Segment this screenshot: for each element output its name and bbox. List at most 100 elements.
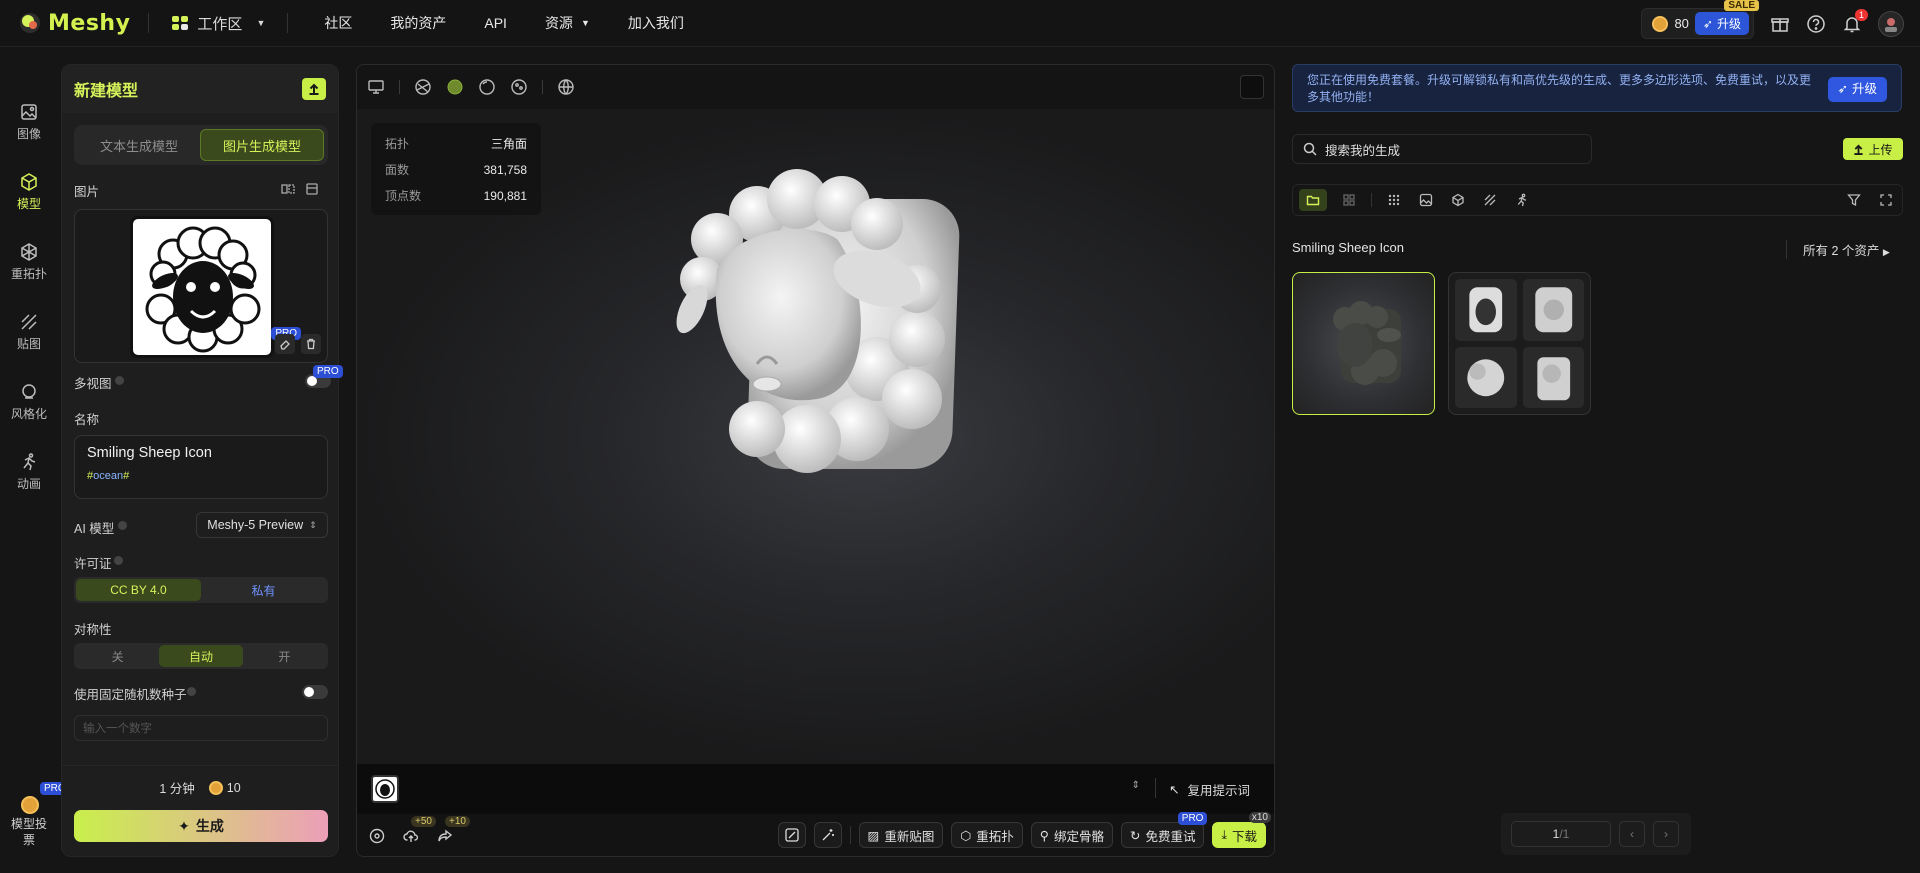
- download-button[interactable]: ⤓ 下载 x10: [1212, 812, 1271, 848]
- divider: [1155, 778, 1156, 798]
- notice-text: 您正在使用免费套餐。升级可解锁私有和高优先级的生成、更多多边形选项、免费重试，以…: [1307, 73, 1812, 104]
- gift-icon[interactable]: [1770, 14, 1790, 34]
- nav-resources-label: 资源: [544, 15, 573, 31]
- stat-value: 三角面: [490, 137, 527, 151]
- license-cc-by[interactable]: CC BY 4.0: [76, 579, 201, 601]
- upload-button[interactable]: [302, 78, 326, 100]
- monitor-icon[interactable]: [367, 78, 385, 96]
- filter-folder[interactable]: [1299, 189, 1327, 211]
- rail-item-model-vote[interactable]: PRO 模型投票: [0, 782, 70, 848]
- rail-label: 模型: [16, 197, 41, 211]
- name-field[interactable]: Smiling Sheep Icon #ocean#: [74, 435, 328, 499]
- tag-chip[interactable]: #ocean#: [87, 470, 315, 482]
- retexture-button[interactable]: ▨ 重新贴图: [858, 822, 944, 848]
- left-rail: 图像 模型 重拓扑 贴图 风格化 动画 PRO 模型投票: [0, 48, 70, 873]
- chevron-right-icon: ›: [1664, 827, 1668, 841]
- seed-input[interactable]: 输入一个数字: [74, 715, 328, 741]
- wireframe-sphere-icon[interactable]: [414, 78, 432, 96]
- free-retry-button[interactable]: ↻ 免费重试 PRO: [1120, 812, 1208, 848]
- license-private[interactable]: 私有: [201, 579, 326, 601]
- nav-resources[interactable]: 资源 ▼: [545, 13, 590, 33]
- rail-label: 风格化: [10, 407, 47, 421]
- rail-item-retopology[interactable]: 重拓扑: [0, 242, 58, 282]
- upload-asset-button[interactable]: 上传: [1843, 138, 1903, 160]
- chevron-down-icon: ▼: [580, 18, 590, 28]
- create-model-panel: 新建模型 文本生成模型 图片生成模型 图片 PRO: [61, 64, 343, 857]
- filter-texture[interactable]: [1480, 190, 1500, 210]
- prompt-image-thumbnail[interactable]: [371, 775, 399, 803]
- seed-toggle[interactable]: [302, 685, 328, 699]
- notifications[interactable]: 1: [1842, 8, 1868, 34]
- avatar[interactable]: [1878, 10, 1904, 37]
- eraser-icon: [280, 340, 290, 350]
- upgrade-button[interactable]: ➶ 升级: [1694, 12, 1749, 35]
- asset-card-multi[interactable]: [1448, 272, 1591, 415]
- publish-action[interactable]: +50: [403, 816, 436, 844]
- symmetry-on[interactable]: 开: [243, 645, 326, 667]
- credits-widget[interactable]: 80 ➶ 升级 SALE: [1641, 0, 1759, 39]
- tab-image-to-model[interactable]: 图片生成模型: [200, 129, 324, 161]
- rail-item-image[interactable]: 图像: [0, 102, 58, 142]
- symmetry-auto[interactable]: 自动: [159, 645, 243, 667]
- filter-image[interactable]: [1416, 190, 1436, 210]
- matcap-sphere-icon[interactable]: [478, 78, 496, 96]
- generate-button[interactable]: ✦ 生成: [74, 810, 328, 842]
- workspace-label: 工作区: [197, 15, 243, 33]
- filter-model[interactable]: [1448, 190, 1468, 210]
- share-action[interactable]: +10: [437, 816, 470, 844]
- erase-button[interactable]: [275, 334, 295, 354]
- ai-model-select[interactable]: Meshy-5 Preview ⇕: [196, 512, 328, 538]
- nav-api[interactable]: API: [484, 15, 507, 31]
- expand-updown-icon[interactable]: ⇕: [1132, 780, 1140, 791]
- nav-community[interactable]: 社区: [324, 13, 352, 33]
- notice-upgrade-button[interactable]: ➶ 升级: [1827, 77, 1887, 102]
- workspace-menu[interactable]: 工作区 ▼: [171, 13, 265, 34]
- skeleton-icon: ⚲: [1039, 828, 1049, 843]
- retopology-button[interactable]: ⬡ 重拓扑: [951, 822, 1023, 848]
- notification-count: 1: [1854, 8, 1868, 21]
- search-input[interactable]: 搜索我的生成: [1292, 134, 1592, 164]
- all-assets-label: 所有 2 个资产: [1803, 244, 1880, 258]
- rail-item-stylize[interactable]: 风格化: [0, 382, 58, 422]
- magic-button[interactable]: [813, 822, 842, 848]
- all-assets-link[interactable]: 所有 2 个资产 ▶: [1786, 240, 1890, 259]
- viewer-settings-button[interactable]: [1240, 75, 1264, 99]
- tag-text: ocean: [93, 470, 124, 482]
- tab-text-to-model[interactable]: 文本生成模型: [78, 129, 200, 161]
- expand-panel-button[interactable]: [1876, 190, 1896, 210]
- compare-icon[interactable]: [281, 182, 295, 196]
- like-icon[interactable]: [369, 828, 385, 844]
- gallery-icon[interactable]: [305, 182, 319, 196]
- meshy-logo[interactable]: Meshy: [18, 11, 130, 36]
- texture-sphere-icon[interactable]: [510, 78, 528, 96]
- running-icon: [1517, 193, 1527, 207]
- rail-item-texture[interactable]: 贴图: [0, 312, 58, 352]
- divider: [399, 80, 400, 94]
- filter-animation[interactable]: [1512, 190, 1532, 210]
- filter-grid[interactable]: [1339, 190, 1359, 210]
- asset-card-selected[interactable]: [1292, 272, 1435, 415]
- delete-image-button[interactable]: [301, 334, 321, 354]
- image-icon: [1419, 193, 1433, 207]
- rail-item-model[interactable]: 模型: [0, 172, 58, 212]
- solid-sphere-icon[interactable]: [446, 78, 464, 96]
- filter-all[interactable]: [1384, 190, 1404, 210]
- divider: [148, 13, 150, 33]
- rig-button[interactable]: ⚲ 绑定骨骼: [1030, 822, 1113, 848]
- next-page-button[interactable]: ›: [1653, 821, 1679, 847]
- panel-title: 新建模型: [74, 83, 139, 100]
- 3d-stage[interactable]: 拓扑 三角面 面数 381,758 顶点数 190,881: [357, 109, 1274, 764]
- prev-page-button[interactable]: ‹: [1619, 821, 1645, 847]
- symmetry-off[interactable]: 关: [76, 645, 159, 667]
- help-icon[interactable]: [1806, 14, 1826, 34]
- edit-image-button[interactable]: [777, 822, 806, 848]
- image-dropzone[interactable]: PRO: [74, 209, 328, 363]
- nav-join-us[interactable]: 加入我们: [628, 13, 684, 33]
- reuse-prompt-button[interactable]: ↖ 复用提示词: [1169, 780, 1250, 799]
- page-total: /1: [1559, 827, 1570, 841]
- nav-my-assets[interactable]: 我的资产: [390, 13, 446, 33]
- rail-item-animation[interactable]: 动画: [0, 452, 58, 492]
- filter-funnel[interactable]: [1844, 190, 1864, 210]
- page-input[interactable]: 1/1: [1511, 821, 1611, 847]
- globe-icon[interactable]: [557, 78, 575, 96]
